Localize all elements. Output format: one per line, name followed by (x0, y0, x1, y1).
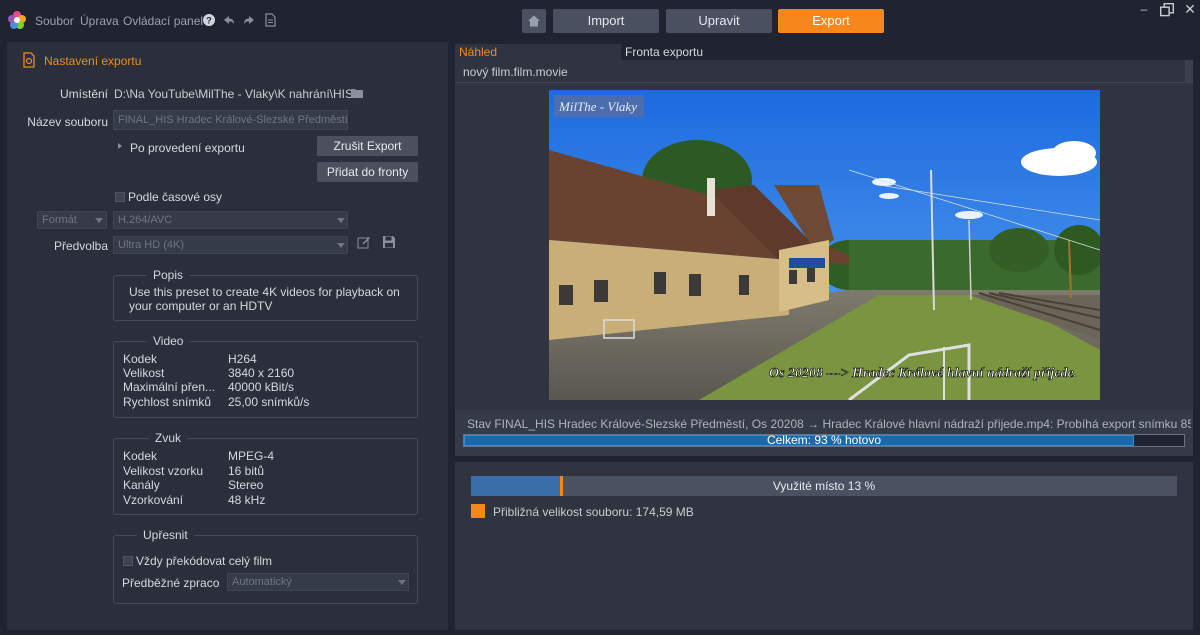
audio-value: 48 kHz (228, 493, 266, 507)
audio-key: Kodek (123, 449, 158, 463)
divider (455, 82, 1193, 83)
filename-input[interactable]: FINAL_HIS Hradec Králové-Slezské Předměs… (113, 110, 348, 130)
cancel-export-button[interactable]: Zrušit Export (317, 136, 418, 156)
preprocess-select-value: Automatický (232, 576, 292, 588)
after-export-toggle[interactable]: Po provedení exportu (130, 141, 245, 155)
expand-arrow-icon[interactable] (118, 143, 122, 149)
status-text: Stav FINAL_HIS Hradec Králové-Slezské Př… (467, 417, 1191, 431)
total-progress-label: Celkem: 93 % hotovo (766, 433, 882, 447)
video-value: 40000 kBit/s (228, 380, 295, 394)
menu-file[interactable]: Soubor (35, 14, 74, 28)
import-button[interactable]: Import (553, 9, 659, 33)
disk-usage-label: Využité místo 13 % (772, 479, 876, 493)
help-icon[interactable]: ? (203, 14, 215, 26)
video-preview-frame: MilThe - Vlaky Os 20208 ---> Hradec Král… (549, 90, 1100, 400)
total-progress-bar: Celkem: 93 % hotovo (463, 434, 1185, 447)
edit-button[interactable]: Upravit (666, 9, 772, 33)
video-value: 25,00 snímků/s (228, 395, 310, 409)
menu-edit[interactable]: Úprava (80, 14, 119, 28)
watermark-text: MilThe - Vlaky (558, 99, 637, 114)
video-frame-image: MilThe - Vlaky Os 20208 ---> Hradec Král… (549, 90, 1100, 400)
redo-icon[interactable] (242, 12, 256, 28)
save-preset-icon[interactable] (382, 235, 396, 249)
audio-key: Vzorkování (123, 493, 184, 507)
export-settings-icon (23, 52, 35, 68)
preset-label: Předvolba (53, 239, 108, 253)
chevron-down-icon (95, 218, 103, 223)
timeline-label: Podle časové osy (128, 190, 223, 204)
always-transcode-label: Vždy překódovat celý film (136, 554, 273, 568)
filename-label: Název souboru (27, 115, 108, 129)
preprocess-select[interactable]: Automatický (227, 573, 409, 591)
export-status-area: Stav FINAL_HIS Hradec Králové-Slezské Př… (455, 410, 1193, 456)
preprocess-label: Předběžné zpraco (122, 576, 220, 590)
scrollbar[interactable] (1185, 60, 1193, 82)
folder-icon[interactable] (351, 88, 363, 98)
video-key: Velikost (123, 366, 165, 380)
preset-select-value: Ultra HD (4K) (118, 239, 185, 251)
codec-select-value: H.264/AVC (118, 214, 173, 226)
description-title: Popis (147, 268, 190, 282)
undo-icon[interactable] (222, 12, 236, 28)
filesize-label: Přibližná velikost souboru: 174,59 MB (493, 505, 694, 519)
audio-value: MPEG-4 (228, 449, 275, 463)
refine-title: Upřesnit (137, 528, 194, 542)
audio-key: Velikost vzorku (123, 464, 204, 478)
home-icon (528, 15, 540, 27)
svg-text:?: ? (206, 16, 212, 26)
caption-text: Os 20208 ---> Hradec Králové hlavní nádr… (769, 366, 1077, 381)
title-bar: Soubor Úprava Ovládací panel ? Import Up… (0, 0, 1200, 42)
video-key: Rychlost snímků (123, 395, 212, 409)
chevron-down-icon (398, 580, 406, 585)
audio-key: Kanály (123, 478, 160, 492)
add-to-queue-button[interactable]: Přidat do fronty (317, 162, 418, 182)
app-logo-icon (8, 11, 26, 29)
video-value: H264 (228, 352, 257, 366)
location-value: D:\Na YouTube\MilThe - Vlaky\K nahrání\H… (114, 87, 364, 101)
codec-select[interactable]: H.264/AVC (113, 211, 348, 229)
audio-value: 16 bitů (228, 464, 265, 478)
menu-control-panel[interactable]: Ovládací panel (123, 14, 203, 28)
video-value: 3840 x 2160 (228, 366, 295, 380)
format-select-value: Formát (42, 214, 77, 226)
video-key: Maximální přen... (123, 380, 216, 394)
disk-usage-panel: Využité místo 13 % Přibližná velikost so… (455, 462, 1193, 630)
timeline-checkbox[interactable] (115, 192, 125, 202)
video-title: Video (147, 334, 190, 348)
edit-preset-icon[interactable] (357, 235, 371, 249)
video-key: Kodek (123, 352, 158, 366)
tab-preview[interactable]: Náhled (455, 44, 621, 60)
close-icon[interactable]: ✕ (1183, 2, 1197, 16)
minimize-icon[interactable]: – (1137, 2, 1151, 16)
home-button[interactable] (522, 9, 546, 33)
location-label: Umístění (59, 87, 108, 101)
refine-group (113, 535, 418, 604)
project-name: nový film.film.movie (463, 65, 568, 79)
section-title: Nastavení exportu (44, 54, 142, 68)
audio-value: Stereo (228, 478, 264, 492)
always-transcode-checkbox[interactable] (123, 556, 133, 566)
chevron-down-icon (337, 243, 345, 248)
restore-icon[interactable] (1160, 3, 1174, 17)
preset-select[interactable]: Ultra HD (4K) (113, 236, 348, 254)
chevron-down-icon (337, 218, 345, 223)
export-button[interactable]: Export (778, 9, 884, 33)
filesize-legend-swatch (471, 504, 485, 518)
disk-usage-bar: Využité místo 13 % (471, 476, 1177, 496)
document-icon[interactable] (263, 12, 277, 28)
tab-export-queue[interactable]: Fronta exportu (621, 44, 1193, 60)
audio-title: Zvuk (149, 431, 188, 445)
export-settings-panel: Nastavení exportu Umístění D:\Na YouTube… (7, 42, 448, 630)
description-text: Use this preset to create 4K videos for … (129, 285, 400, 313)
